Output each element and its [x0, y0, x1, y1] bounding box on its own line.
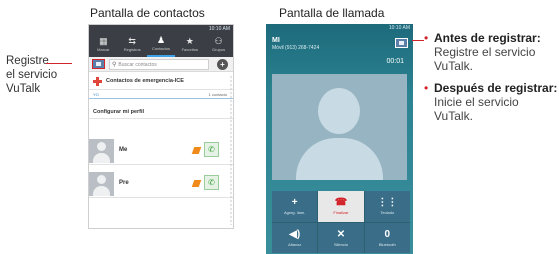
contact-row[interactable]: Pre ✆ — [89, 170, 233, 198]
call-timer: 00:01 — [386, 58, 404, 65]
contacts-icon: ♟ — [156, 35, 166, 45]
bullet-text: Inicie el servicio VuTalk. — [434, 95, 519, 123]
button-label: Bluetooth — [378, 241, 396, 247]
bluetooth-icon: 0 — [384, 228, 391, 240]
button-label: Altavoz — [288, 241, 302, 247]
bullet-title: Antes de registrar: — [434, 31, 541, 45]
caller-number: Móvil (913) 268-7424 — [272, 45, 320, 51]
keypad-button[interactable]: ⋮⋮ Teclado — [364, 191, 410, 222]
bullet-after-register: • Después de registrar: Inicie el servic… — [424, 81, 558, 123]
mute-button[interactable]: ✕ Silencio — [318, 222, 364, 253]
keypad-icon: ⋮⋮ — [377, 197, 398, 209]
tab-label: Registros — [123, 47, 141, 52]
section-count: 1 contacto — [208, 92, 227, 97]
tab-label: Favoritos — [181, 47, 199, 52]
call-screen-heading: Pantalla de llamada — [279, 6, 385, 20]
button-label: Teclado — [380, 210, 395, 216]
tab-marcar[interactable]: ▦ Marcar — [89, 31, 118, 57]
status-bar-time: 10:10 AM — [388, 25, 410, 31]
ice-contacts-row[interactable]: Contactos de emergencia-ICE — [89, 73, 233, 90]
speaker-button[interactable]: ◀) Altavoz — [272, 222, 318, 253]
bullet-title: Después de registrar: — [434, 81, 558, 95]
avatar — [89, 139, 114, 163]
setup-profile-row[interactable]: Configurar mi perfil — [89, 105, 233, 119]
bullet-before-register: • Antes de registrar: Registre el servic… — [424, 31, 558, 73]
search-input[interactable]: ⚲ Buscar contactos — [109, 59, 209, 70]
end-call-icon: ☎ — [334, 197, 348, 209]
note-line: Registre — [6, 55, 49, 67]
tab-favoritos[interactable]: ★ Favoritos — [175, 31, 204, 57]
vutalk-instructions: • Antes de registrar: Registre el servic… — [424, 31, 558, 131]
contacts-screen-heading: Pantalla de contactos — [90, 6, 205, 20]
alphabet-scroller[interactable] — [230, 75, 232, 225]
bullet-dot: • — [424, 81, 429, 95]
edit-icon[interactable] — [191, 180, 202, 187]
caller-photo — [272, 74, 407, 180]
button-label: Agreg. llam. — [283, 210, 306, 216]
contacts-top-bar: 10:10 AM ▦ Marcar ⇆ Registros ♟ Contacto… — [89, 25, 233, 57]
contact-name: Me — [119, 147, 128, 153]
call-controls: + Agreg. llam. ☎ Finalizar ⋮⋮ Teclado ◀)… — [272, 191, 410, 253]
search-row: ⚲ Buscar contactos + — [89, 57, 233, 72]
button-label: Silencio — [333, 241, 348, 247]
me-section-header: YO 1 contacto — [89, 91, 233, 99]
bullet-dot: • — [424, 31, 429, 45]
contacts-screen: 10:10 AM ▦ Marcar ⇆ Registros ♟ Contacto… — [88, 24, 234, 229]
contact-row[interactable]: Me ✆ — [89, 137, 233, 165]
register-vutalk-note: Registre el servicio VuTalk — [6, 54, 57, 96]
keypad-icon: ▦ — [99, 36, 108, 46]
bluetooth-button[interactable]: 0 Bluetooth — [364, 222, 410, 253]
callout-line — [46, 63, 72, 64]
add-call-button[interactable]: + Agreg. llam. — [272, 191, 318, 222]
silhouette-head — [318, 88, 360, 134]
caller-name: MI — [272, 37, 280, 44]
tab-label: Marcar — [97, 47, 110, 52]
groups-icon: ⚇ — [214, 36, 223, 46]
tab-grupos[interactable]: ⚇ Grupos — [204, 31, 233, 57]
note-line: VuTalk — [6, 83, 41, 95]
section-title: YO — [93, 92, 99, 97]
call-screen: 10:10 AM MI Móvil (913) 268-7424 00:01 +… — [266, 24, 413, 254]
call-icon[interactable]: ✆ — [204, 175, 219, 190]
tab-label: Contactos — [151, 46, 170, 51]
vutalk-button[interactable] — [395, 38, 408, 48]
avatar — [89, 172, 114, 196]
search-placeholder: Buscar contactos — [118, 61, 157, 68]
tab-registros[interactable]: ⇆ Registros — [118, 31, 147, 57]
medical-cross-icon — [93, 76, 102, 86]
silhouette-body — [296, 138, 383, 180]
contacts-tab-bar: ▦ Marcar ⇆ Registros ♟ Contactos ★ Favor… — [89, 31, 233, 57]
button-label: Finalizar — [333, 210, 349, 216]
ice-label: Contactos de emergencia-ICE — [106, 78, 184, 84]
tab-contactos[interactable]: ♟ Contactos — [146, 31, 176, 57]
call-log-icon: ⇆ — [128, 36, 136, 46]
add-call-icon: + — [291, 197, 298, 209]
note-line: el servicio — [6, 69, 58, 81]
mute-icon: ✕ — [336, 228, 346, 240]
star-icon: ★ — [185, 36, 194, 46]
callout-line — [412, 40, 424, 41]
add-contact-button[interactable]: + — [217, 59, 228, 70]
tab-label: Grupos — [212, 47, 226, 52]
bullet-text: Registre el servicio VuTalk. — [434, 45, 536, 73]
end-call-button[interactable]: ☎ Finalizar — [318, 191, 364, 222]
contact-name: Pre — [119, 180, 129, 186]
edit-icon[interactable] — [191, 147, 202, 154]
vutalk-register-button[interactable] — [92, 59, 105, 69]
search-icon: ⚲ — [112, 62, 117, 68]
call-icon[interactable]: ✆ — [204, 142, 219, 157]
speaker-icon: ◀) — [289, 228, 301, 240]
